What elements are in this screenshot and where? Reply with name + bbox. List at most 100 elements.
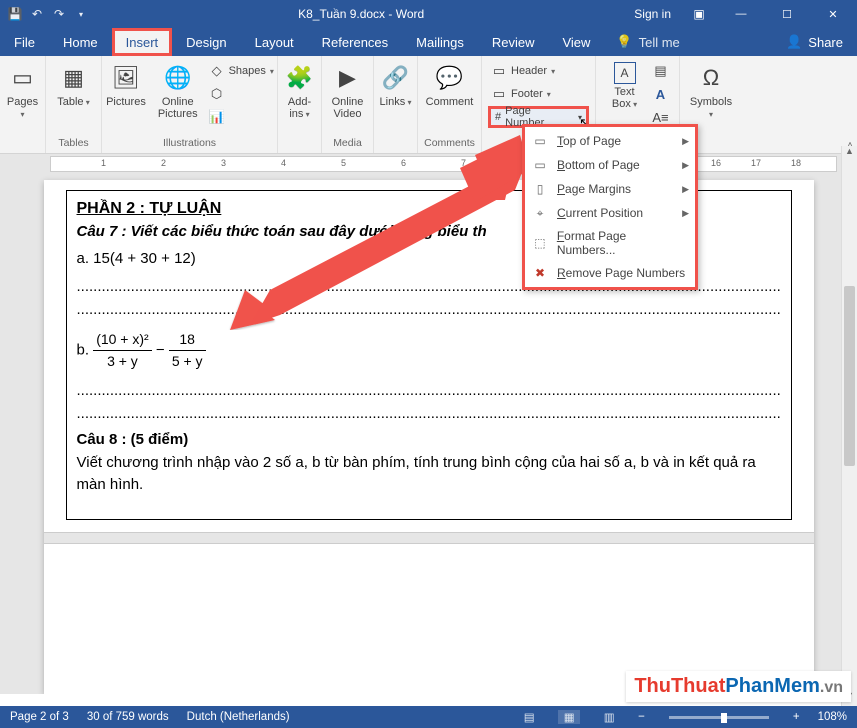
tab-home[interactable]: Home — [49, 28, 112, 56]
ribbon-display-options-icon[interactable]: ▣ — [681, 7, 717, 21]
window-title: K8_Tuần 9.docx - Word — [88, 7, 634, 21]
links-button[interactable]: 🔗Links — [375, 60, 417, 110]
tab-view[interactable]: View — [548, 28, 604, 56]
remove-icon: ✖ — [531, 265, 549, 281]
shapes-button[interactable]: ◇Shapes — [206, 60, 277, 82]
tab-file[interactable]: File — [0, 28, 49, 56]
ruler-mark: 4 — [281, 158, 286, 168]
shapes-label: Shapes — [229, 65, 266, 77]
tab-design[interactable]: Design — [172, 28, 240, 56]
menu-page-margins[interactable]: ▯Page Margins▶ — [525, 177, 695, 201]
horizontal-ruler[interactable]: 1 2 3 4 5 6 7 16 17 18 — [50, 156, 837, 172]
textbox-button[interactable]: AText Box — [604, 60, 646, 112]
footer-button[interactable]: ▭ Footer — [488, 83, 589, 105]
document-area: PHẦN 2 : TỰ LUẬN Câu 7 : Viết các biểu t… — [0, 174, 857, 694]
format-icon: ⬚ — [531, 235, 549, 251]
zoom-slider[interactable] — [669, 716, 769, 719]
comment-button[interactable]: 💬Comment — [422, 60, 478, 110]
addins-label: Add- ins — [288, 96, 311, 120]
symbols-label: Symbols — [690, 96, 732, 120]
zoom-slider-thumb[interactable] — [721, 713, 727, 723]
quickparts-button[interactable]: ▤ — [650, 60, 672, 82]
header-label: Header — [511, 65, 547, 77]
footer-label: Footer — [511, 88, 543, 100]
menu-label: Format Page Numbers... — [557, 229, 687, 257]
submenu-arrow-icon: ▶ — [682, 208, 689, 219]
frac-num: 18 — [169, 329, 206, 351]
print-layout-icon[interactable]: ▦ — [558, 710, 580, 724]
group-label-illustrations: Illustrations — [163, 137, 216, 151]
menu-remove-page-numbers[interactable]: ✖ Remove Page Numbers — [525, 261, 695, 285]
document-page[interactable]: PHẦN 2 : TỰ LUẬN Câu 7 : Viết các biểu t… — [44, 180, 814, 694]
online-pictures-button[interactable]: 🌐Online Pictures — [154, 60, 202, 122]
frac-den: 3 + y — [93, 351, 152, 372]
tab-insert[interactable]: Insert — [112, 28, 173, 56]
tab-layout[interactable]: Layout — [241, 28, 308, 56]
header-button[interactable]: ▭Header — [488, 60, 589, 82]
pages-label: Pages — [6, 96, 40, 120]
minimize-button[interactable]: — — [719, 0, 763, 28]
menu-current-position[interactable]: ⌖Current Position▶ — [525, 201, 695, 225]
menu-label: Remove Page Numbers — [557, 266, 685, 280]
ruler-mark: 18 — [791, 158, 801, 168]
close-button[interactable]: ✕ — [811, 0, 855, 28]
frac-num: (10 + x)² — [93, 329, 152, 351]
online-video-button[interactable]: ▶Online Video — [327, 60, 369, 122]
comment-icon: 💬 — [434, 62, 466, 94]
share-button[interactable]: 👤 Share — [772, 28, 857, 56]
pages-button[interactable]: ▭Pages — [2, 60, 44, 122]
undo-icon[interactable]: ↶ — [30, 7, 44, 21]
scroll-up-arrow-icon[interactable]: ▲ — [842, 146, 857, 162]
zoom-level[interactable]: 108% — [818, 711, 847, 723]
textbox-label: Text Box — [612, 86, 637, 110]
addins-button[interactable]: 🧩Add- ins — [279, 60, 321, 122]
status-language[interactable]: Dutch (Netherlands) — [187, 711, 290, 723]
scrollbar-thumb[interactable] — [844, 286, 855, 466]
smartart-button[interactable]: ⬡ — [206, 83, 277, 105]
dotted-line: ........................................… — [77, 299, 781, 322]
chart-button[interactable]: 📊 — [206, 106, 277, 128]
pictures-button[interactable]: 🖼Pictures — [102, 60, 150, 110]
watermark-part3: .vn — [820, 679, 843, 696]
menu-label: Page Margins — [557, 182, 631, 196]
symbols-button[interactable]: ΩSymbols — [686, 60, 736, 122]
table-button[interactable]: ▦Table — [53, 60, 95, 110]
tell-me-label: Tell me — [639, 35, 680, 50]
menu-bottom-of-page[interactable]: ▭Bottom of Page▶ — [525, 153, 695, 177]
save-icon[interactable]: 💾 — [8, 7, 22, 21]
status-page[interactable]: Page 2 of 3 — [10, 711, 69, 723]
zoom-in-button[interactable]: + — [793, 711, 800, 723]
frac-den: 5 + y — [169, 351, 206, 372]
ruler-mark: 6 — [401, 158, 406, 168]
read-mode-icon[interactable]: ▤ — [518, 710, 540, 724]
bottom-page-icon: ▭ — [531, 157, 549, 173]
titlebar: 💾 ↶ ↷ ▾ K8_Tuần 9.docx - Word Sign in ▣ … — [0, 0, 857, 28]
submenu-arrow-icon: ▶ — [682, 160, 689, 171]
tab-review[interactable]: Review — [478, 28, 549, 56]
qat-customize-icon[interactable]: ▾ — [74, 7, 88, 21]
tell-me-search[interactable]: 💡 Tell me — [604, 28, 691, 56]
online-pictures-label: Online Pictures — [158, 96, 198, 120]
group-label-tables: Tables — [58, 137, 88, 151]
ruler-mark: 16 — [711, 158, 721, 168]
footer-icon: ▭ — [491, 86, 507, 102]
vertical-scrollbar[interactable]: ▲ ▼ — [841, 146, 857, 706]
wordart-icon: A — [653, 86, 669, 102]
menu-format-page-numbers[interactable]: ⬚ Format Page Numbers... — [525, 225, 695, 261]
menu-top-of-page[interactable]: ▭Top of Page▶ — [525, 129, 695, 153]
redo-icon[interactable]: ↷ — [52, 7, 66, 21]
web-layout-icon[interactable]: ▥ — [598, 710, 620, 724]
group-label-media: Media — [333, 137, 362, 151]
status-words[interactable]: 30 of 759 words — [87, 711, 169, 723]
tab-mailings[interactable]: Mailings — [402, 28, 478, 56]
ruler-mark: 2 — [161, 158, 166, 168]
signin-link[interactable]: Sign in — [634, 7, 671, 21]
tab-references[interactable]: References — [308, 28, 402, 56]
quickparts-icon: ▤ — [653, 63, 669, 79]
zoom-out-button[interactable]: − — [638, 711, 645, 723]
ruler-mark: 3 — [221, 158, 226, 168]
menu-label: Top of Page — [557, 134, 621, 148]
wordart-button[interactable]: A — [650, 83, 672, 105]
maximize-button[interactable]: ☐ — [765, 0, 809, 28]
ruler-mark: 1 — [101, 158, 106, 168]
